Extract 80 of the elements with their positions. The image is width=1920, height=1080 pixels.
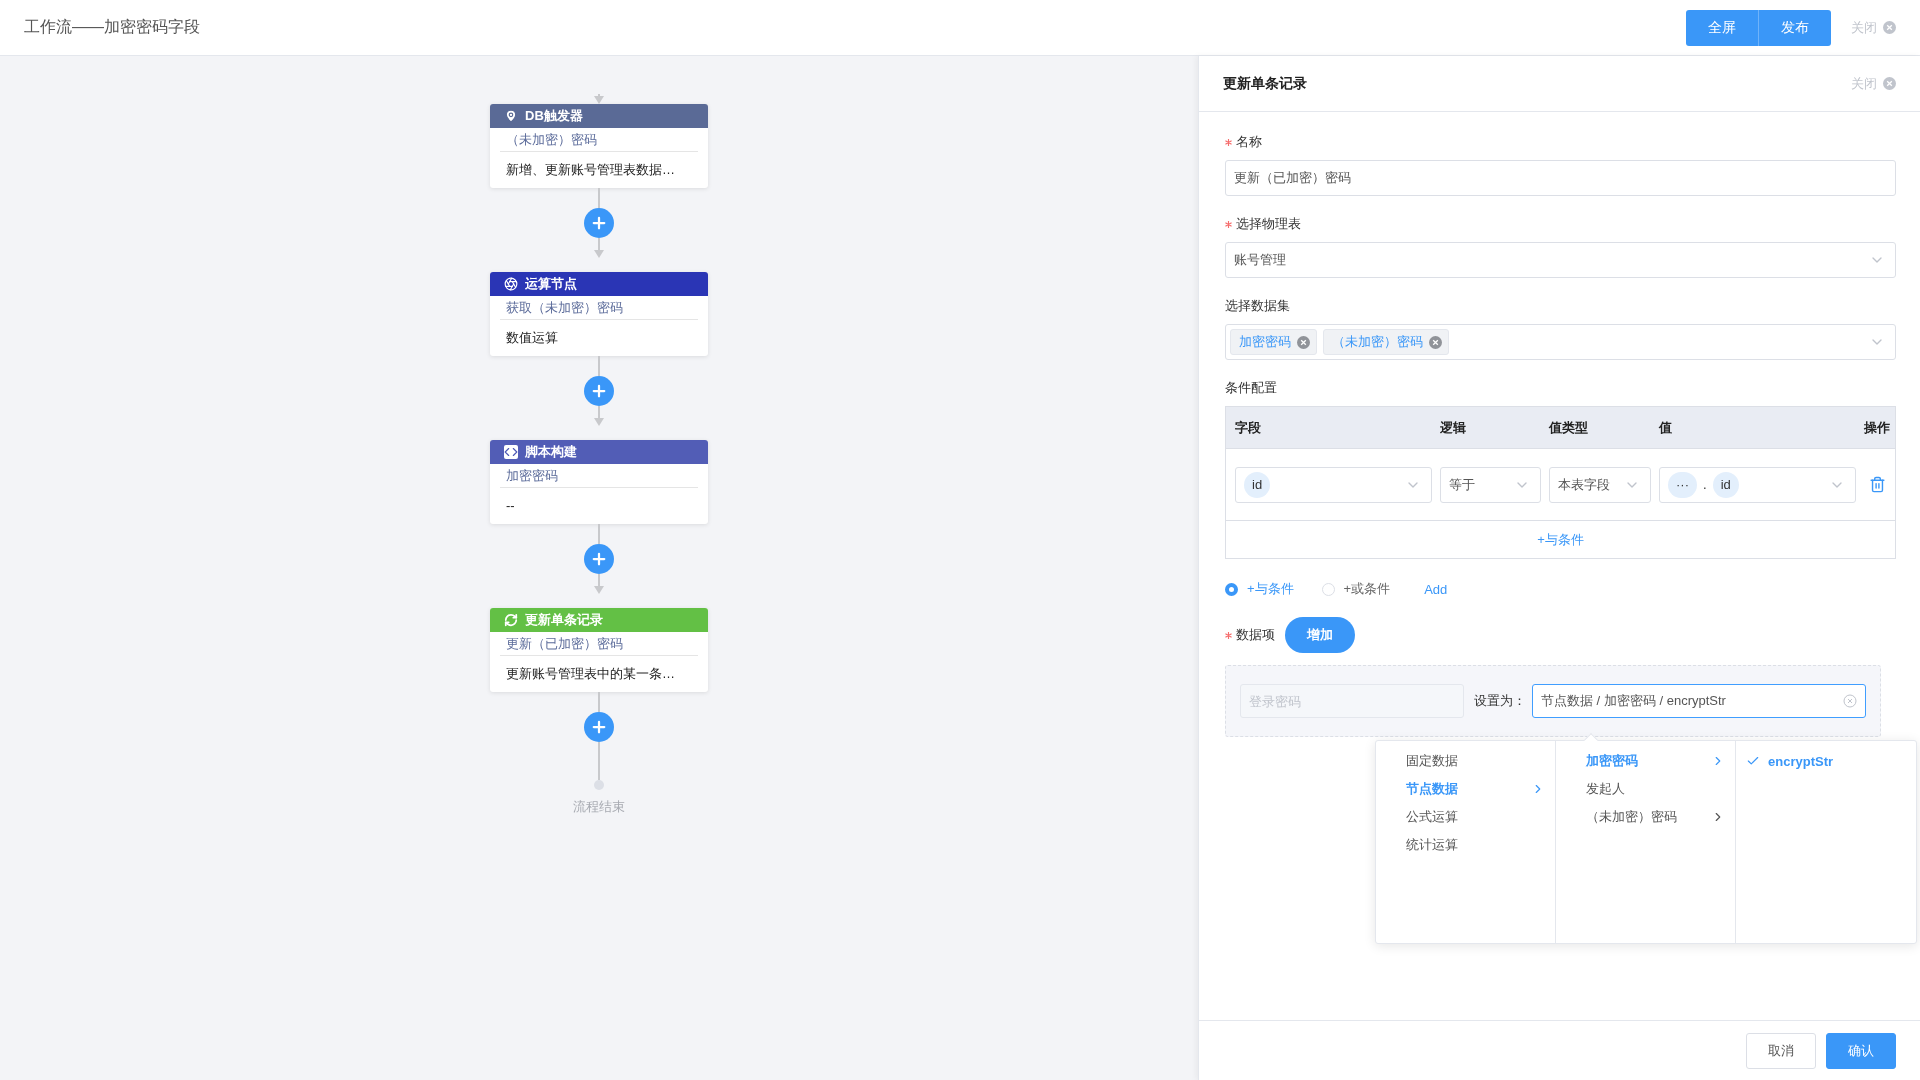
field-label: 选择物理表 [1236,215,1301,233]
column-header: 值 [1659,418,1673,437]
flow-node-card[interactable]: 脚本构建 加密密码 -- [490,440,708,524]
trash-icon [1868,476,1886,493]
add-node-button[interactable] [584,208,614,238]
node-description: 更新账号管理表中的某一条… [505,665,676,683]
separator-text: . [1703,477,1707,492]
column-header: 值类型 [1549,418,1589,437]
value-chip: ··· [1668,471,1697,498]
node-subtitle: 加密密码 [500,464,698,488]
tag: 加密密码 [1230,329,1317,355]
map-pin-icon [504,109,518,123]
column-header: 操作 [1864,418,1890,437]
select-field[interactable]: 等于 [1440,466,1541,503]
value-chip: id [1244,471,1271,498]
cancel-button[interactable]: 取消 [1746,1032,1816,1069]
node-subtitle: 获取（未加密）密码 [500,296,698,320]
select-field[interactable]: id [1235,466,1432,503]
aperture-icon [504,277,518,291]
required-mark-icon [1225,138,1232,146]
page-title: 工作流——加密密码字段 [24,17,201,37]
node-title: 更新单条记录 [525,611,603,629]
cascader-option[interactable]: 公式运算 [1376,803,1555,831]
column-header: 逻辑 [1440,418,1467,437]
select-field[interactable]: 本表字段 [1549,466,1651,503]
panel-title: 更新单条记录 [1223,74,1308,93]
code-icon [504,445,518,459]
plus-icon [590,550,608,568]
select-field[interactable]: ··· . id [1659,466,1856,503]
tag-close-icon [1429,335,1442,349]
cascader-option[interactable]: （未加密）密码 [1556,803,1735,831]
end-label: 流程结束 [573,798,625,816]
end-dot-icon [594,780,604,790]
field-label: 条件配置 [1225,379,1277,397]
node-title: DB触发器 [525,107,583,125]
value-chip: id [1712,471,1739,498]
node-title: 运算节点 [525,275,577,293]
flow-node-card[interactable]: 运算节点 获取（未加密）密码 数值运算 [490,272,708,356]
set-label: 设置为： [1474,692,1526,710]
node-description: 新增、更新账号管理表数据… [505,161,676,179]
tag-close-icon [1297,335,1310,349]
cascader-option[interactable]: 发起人 [1556,775,1735,803]
add-node-button[interactable] [584,544,614,574]
radio-label: +与条件 [1247,580,1294,598]
add-node-button[interactable] [584,376,614,406]
connector-arrow [593,94,605,104]
connector-arrow [593,238,605,258]
select-field[interactable]: 账号管理 [1225,242,1896,278]
field-label: 数据项 [1236,626,1275,644]
plus-icon [590,382,608,400]
cascader-option[interactable]: 固定数据 [1376,747,1555,775]
node-description: 数值运算 [505,329,559,347]
cascader-input[interactable]: 节点数据 / 加密密码 / encryptStr [1532,684,1866,718]
column-header: 字段 [1235,418,1262,437]
flow-node-card[interactable]: DB触发器 （未加密）密码 新增、更新账号管理表数据… [490,104,708,188]
plus-icon [590,718,608,736]
cascader-option[interactable]: 统计运算 [1376,831,1555,859]
connector-arrow [593,406,605,426]
text-input[interactable]: 更新（已加密）密码 [1225,160,1896,196]
radio-option[interactable]: +或条件 [1321,580,1391,598]
refresh-icon [504,613,518,627]
node-subtitle: 更新（已加密）密码 [500,632,698,656]
field-label: 选择数据集 [1225,297,1290,315]
close-icon [1883,21,1896,34]
required-mark-icon [1225,631,1232,639]
radio-label: +或条件 [1343,580,1391,598]
node-description: -- [505,497,516,515]
node-title: 脚本构建 [525,443,577,461]
flow-node-card[interactable]: 更新单条记录 更新（已加密）密码 更新账号管理表中的某一条… [490,608,708,692]
plus-icon [590,214,608,232]
field-label: 名称 [1236,133,1262,151]
delete-button[interactable] [1868,476,1886,493]
close-icon [1883,77,1896,90]
tag: （未加密）密码 [1323,329,1449,355]
clear-icon [1843,694,1857,708]
add-node-button[interactable] [584,712,614,742]
connector-arrow [593,574,605,594]
required-mark-icon [1225,220,1232,228]
node-subtitle: （未加密）密码 [500,128,698,152]
check-icon [1746,754,1760,768]
